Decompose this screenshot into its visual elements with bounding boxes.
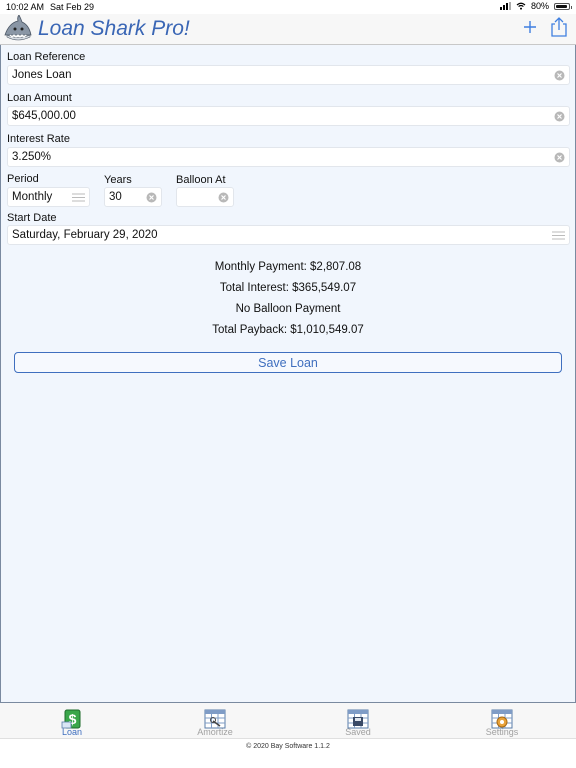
clear-icon[interactable]	[218, 192, 229, 203]
tab-loan[interactable]: $ Loan	[22, 703, 122, 738]
loan-amount-field[interactable]: $645,000.00	[7, 106, 570, 126]
tab-saved-label: Saved	[345, 727, 371, 737]
wifi-icon	[516, 2, 526, 10]
interest-rate-value: 3.250%	[12, 151, 52, 163]
menu-icon	[552, 231, 565, 240]
interest-rate-label: Interest Rate	[7, 133, 70, 145]
menu-icon	[72, 193, 85, 202]
tab-loan-label: Loan	[61, 727, 83, 737]
period-select[interactable]: Monthly	[7, 187, 90, 207]
clear-icon[interactable]	[554, 111, 565, 122]
start-date-label: Start Date	[7, 212, 57, 224]
balloon-payment: No Balloon Payment	[235, 303, 341, 315]
period-value: Monthly	[12, 191, 53, 203]
tab-settings-label: Settings	[485, 727, 519, 737]
loan-form: Loan Reference Jones Loan Loan Amount $6…	[0, 45, 576, 703]
loan-amount-value: $645,000.00	[12, 110, 76, 122]
years-label: Years	[104, 174, 132, 186]
shark-icon	[4, 15, 32, 41]
clear-icon[interactable]	[554, 152, 565, 163]
status-indicators: 80%	[499, 1, 572, 11]
period-label: Period	[7, 173, 39, 185]
clear-icon[interactable]	[146, 192, 157, 203]
tab-settings[interactable]: Settings	[452, 703, 552, 738]
balloon-field[interactable]	[176, 187, 234, 207]
tab-bar: $ Loan Amortize Saved Settings	[0, 703, 576, 739]
start-date-picker[interactable]: Saturday, February 29, 2020	[7, 225, 570, 245]
battery-icon	[554, 2, 572, 10]
save-loan-button[interactable]: Save Loan	[14, 352, 562, 373]
total-interest: Total Interest: $365,549.07	[219, 282, 357, 294]
interest-rate-field[interactable]: 3.250%	[7, 147, 570, 167]
balloon-label: Balloon At	[176, 174, 226, 186]
loan-reference-field[interactable]: Jones Loan	[7, 65, 570, 85]
total-payback: Total Payback: $1,010,549.07	[212, 324, 364, 336]
loan-reference-value: Jones Loan	[12, 69, 72, 81]
tab-amortize[interactable]: Amortize	[165, 703, 265, 738]
app-title: Loan Shark Pro!	[38, 17, 190, 40]
loan-amount-label: Loan Amount	[7, 92, 72, 104]
plus-icon[interactable]	[520, 17, 540, 37]
battery-percent: 80%	[530, 1, 549, 11]
footer-copyright: © 2020 Bay Software 1.1.2	[246, 743, 330, 750]
monthly-payment: Monthly Payment: $2,807.08	[214, 261, 362, 273]
years-field[interactable]: 30	[104, 187, 162, 207]
years-value: 30	[109, 191, 122, 203]
status-date: Sat Feb 29	[50, 2, 95, 12]
start-date-value: Saturday, February 29, 2020	[12, 229, 158, 241]
share-icon[interactable]	[550, 16, 568, 38]
status-bar: 10:02 AM Sat Feb 29 80%	[0, 0, 576, 14]
clear-icon[interactable]	[554, 70, 565, 81]
status-time: 10:02 AM	[6, 2, 45, 12]
nav-bar: Loan Shark Pro!	[0, 14, 576, 45]
tab-saved[interactable]: Saved	[308, 703, 408, 738]
tab-amortize-label: Amortize	[197, 727, 233, 737]
loan-reference-label: Loan Reference	[7, 51, 86, 63]
signal-icon	[499, 2, 511, 10]
